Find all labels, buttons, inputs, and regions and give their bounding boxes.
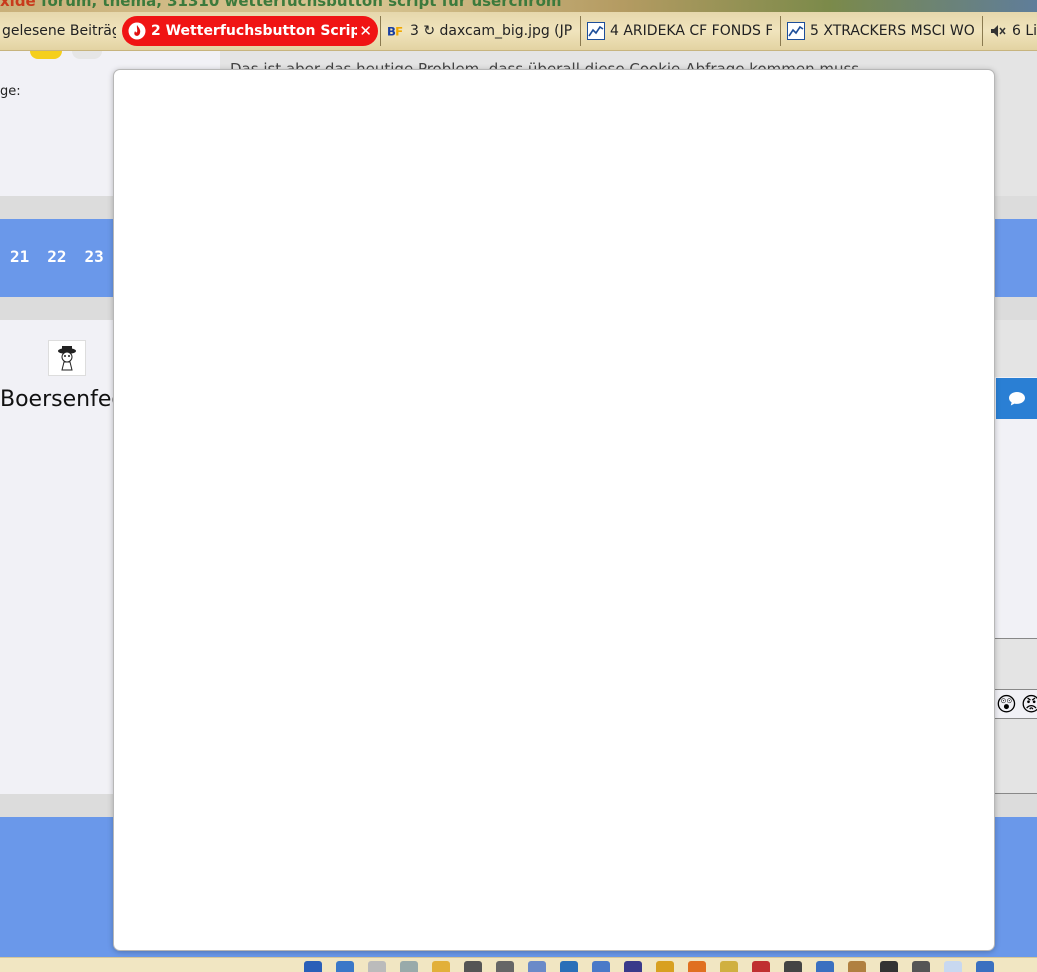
author-avatar[interactable] (48, 340, 86, 376)
astonished-emoji-icon[interactable]: 😲 (996, 692, 1017, 716)
divider (995, 793, 1037, 794)
window-icon[interactable] (976, 961, 994, 972)
graduation-icon[interactable] (912, 961, 930, 972)
page-link[interactable]: 21 (10, 247, 29, 266)
tab-bar: gelesene Beiträg 2 Wetterfuchsbutton Scr… (0, 12, 1037, 51)
search-icon[interactable] (400, 961, 418, 972)
globe-icon[interactable] (816, 961, 834, 972)
post-actions-header (995, 320, 1037, 377)
key-icon[interactable] (720, 961, 738, 972)
addon-icon[interactable] (688, 961, 706, 972)
bookmark-icon[interactable] (304, 961, 322, 972)
window-title: xide forum, thema, 31310 wetterfuchsbutt… (0, 0, 562, 10)
tab-label: 3 ↻ daxcam_big.jpg (JPI (410, 23, 572, 39)
tab-label: 2 Wetterfuchsbutton Script f (151, 23, 358, 39)
print-icon[interactable] (368, 961, 386, 972)
divider (995, 689, 1037, 690)
camera-icon[interactable] (784, 961, 802, 972)
close-tab-icon[interactable]: ✕ (357, 22, 372, 40)
validator-icon[interactable] (624, 961, 642, 972)
document-icon[interactable] (592, 961, 610, 972)
toolbar-icons (304, 961, 994, 972)
tab-daxcam[interactable]: BF 3 ↻ daxcam_big.jpg (JPI (380, 16, 578, 46)
user-avatar (30, 51, 62, 59)
mute-icon (989, 22, 1007, 40)
css-icon[interactable] (656, 961, 674, 972)
brush-icon[interactable] (848, 961, 866, 972)
author-name[interactable]: Boersenfeg (0, 387, 125, 412)
browser-icon[interactable] (336, 961, 354, 972)
page-link[interactable]: 22 (47, 247, 66, 266)
chart-icon (787, 22, 805, 40)
bottom-toolbar (0, 957, 1037, 972)
tab-label: 5 XTRACKERS MSCI WO (810, 23, 974, 39)
reaction-row: 😲 😡 (996, 692, 1037, 716)
tab-live[interactable]: 6 Liv (982, 16, 1037, 46)
tab-gelesene-beitraege[interactable]: gelesene Beiträg (0, 16, 122, 46)
post-footer-area (995, 639, 1037, 689)
angry-emoji-icon[interactable]: 😡 (1021, 692, 1037, 716)
bf-logo-icon: BF (387, 22, 405, 40)
script-icon[interactable] (464, 961, 482, 972)
svg-text:F: F (395, 25, 403, 39)
comment-button[interactable] (996, 378, 1037, 419)
printer-icon[interactable] (528, 961, 546, 972)
tab-wetterfuchsbutton-script[interactable]: 2 Wetterfuchsbutton Script f ✕ (122, 16, 378, 46)
tool-icon[interactable] (752, 961, 770, 972)
weather-icon[interactable] (944, 961, 962, 972)
tab-label: gelesene Beiträg (2, 23, 116, 39)
sidebar-label: ge: (0, 84, 21, 99)
modal-dialog[interactable] (113, 69, 995, 951)
tab-label: 6 Liv (1012, 23, 1037, 39)
window-title-bar: xide forum, thema, 31310 wetterfuchsbutt… (0, 0, 1037, 12)
page-link[interactable]: 23 (85, 247, 104, 266)
tab-arideka[interactable]: 4 ARIDEKA CF FONDS F (580, 16, 778, 46)
post-text: Das ist aber das heutige Problem, dass ü… (230, 60, 860, 69)
fire-icon (128, 22, 146, 40)
chart-icon (587, 22, 605, 40)
screen-icon[interactable] (560, 961, 578, 972)
file-icon[interactable] (496, 961, 514, 972)
user-avatar (72, 51, 102, 59)
tab-label: 4 ARIDEKA CF FONDS F (610, 23, 772, 39)
star-icon[interactable] (432, 961, 450, 972)
speech-bubble-icon (1008, 391, 1025, 405)
post-footer-area (995, 719, 1037, 793)
pagination: 21 22 23 (10, 247, 104, 266)
library-icon[interactable] (880, 961, 898, 972)
tab-xtrackers[interactable]: 5 XTRACKERS MSCI WO (780, 16, 980, 46)
